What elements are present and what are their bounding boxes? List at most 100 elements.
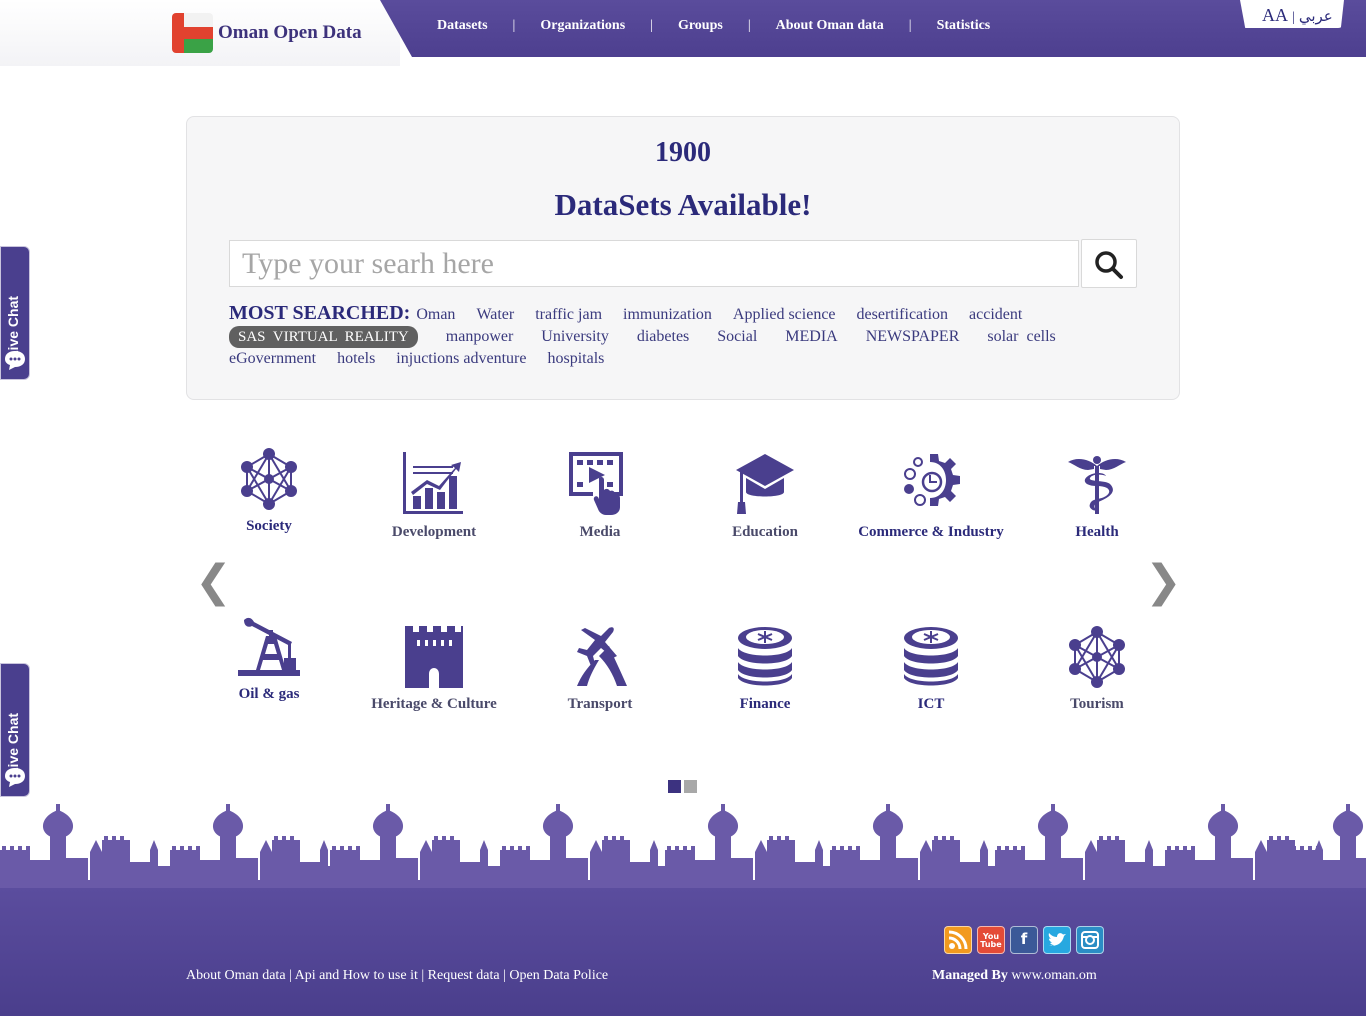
nav-statistics[interactable]: Statistics bbox=[937, 18, 991, 34]
tag-link[interactable]: Oman bbox=[416, 304, 455, 326]
footer-link-open-data-police[interactable]: Open Data Police bbox=[509, 968, 608, 983]
rss-icon[interactable] bbox=[944, 926, 972, 954]
live-chat-tab[interactable]: Live Chat bbox=[0, 663, 30, 797]
category-label: Commerce & Industry bbox=[858, 524, 1004, 540]
footer-link-api[interactable]: Api and How to use it bbox=[295, 968, 418, 983]
category-label: Transport bbox=[567, 696, 633, 712]
footer-separator: | bbox=[421, 968, 425, 983]
category-education[interactable]: Education bbox=[690, 452, 840, 542]
datasets-available-title: DataSets Available! bbox=[554, 187, 812, 222]
oman-flag-icon bbox=[172, 13, 213, 53]
managed-by-label: Managed By bbox=[932, 968, 1008, 983]
footer-link-request-data[interactable]: Request data bbox=[428, 968, 500, 983]
most-searched-label: MOST SEARCHED: bbox=[229, 302, 411, 324]
tag-link[interactable]: accident bbox=[969, 304, 1022, 326]
category-society[interactable]: Society bbox=[194, 448, 344, 536]
tag-link[interactable]: manpower bbox=[446, 326, 514, 348]
category-label: Development bbox=[391, 524, 477, 540]
search-button[interactable] bbox=[1081, 239, 1137, 288]
twitter-icon[interactable] bbox=[1043, 926, 1071, 954]
tag-link[interactable]: NEWSPAPER bbox=[866, 326, 960, 348]
category-transport[interactable]: Transport bbox=[525, 626, 675, 714]
tag-link[interactable]: hospitals bbox=[547, 348, 604, 370]
tag-link[interactable]: hotels bbox=[337, 348, 375, 370]
language-switcher: AA | عربي bbox=[1262, 5, 1333, 26]
gear-icon bbox=[904, 454, 960, 506]
video-icon bbox=[569, 452, 623, 515]
nav-datasets[interactable]: Datasets bbox=[437, 18, 488, 34]
tag-link[interactable]: solar cells bbox=[987, 326, 1055, 348]
managed-by-link[interactable]: www.oman.om bbox=[1011, 968, 1096, 983]
lang-separator: | bbox=[1292, 10, 1295, 25]
font-size-toggle[interactable]: AA bbox=[1262, 5, 1288, 26]
caduceus-icon bbox=[1068, 456, 1126, 514]
search-panel: 1900 DataSets Available! MOST SEARCHED:O… bbox=[186, 116, 1180, 400]
category-label: Tourism bbox=[1070, 696, 1124, 712]
footer-separator: | bbox=[289, 968, 292, 983]
dataset-count: 1900 bbox=[655, 137, 711, 168]
tag-link[interactable]: University bbox=[541, 326, 609, 348]
tag-link[interactable]: desertification bbox=[857, 304, 949, 326]
nav-separator: | bbox=[908, 18, 912, 33]
youtube-icon[interactable]: You Tube bbox=[977, 926, 1005, 954]
footer-link-about[interactable]: About Oman data bbox=[186, 968, 286, 983]
arabic-language-link[interactable]: عربي bbox=[1299, 7, 1333, 25]
nav-groups[interactable]: Groups bbox=[678, 18, 723, 34]
coins-icon bbox=[904, 627, 958, 686]
category-finance[interactable]: Finance bbox=[690, 626, 840, 714]
category-oil-gas[interactable]: Oil & gas bbox=[194, 616, 344, 704]
nav-separator: | bbox=[650, 18, 653, 33]
site-logo[interactable]: Oman Open Data bbox=[172, 13, 362, 53]
coins-icon bbox=[738, 627, 792, 686]
category-tourism[interactable]: Tourism bbox=[1022, 626, 1172, 714]
bar-chart-icon bbox=[403, 452, 463, 514]
chat-bubble-icon bbox=[5, 351, 25, 370]
facebook-icon-text: f bbox=[1020, 930, 1028, 948]
footer: You Tube f About Oman data | Api and How… bbox=[0, 888, 1366, 1016]
oil-pump-icon bbox=[238, 617, 300, 676]
category-label: Society bbox=[246, 518, 292, 534]
carousel-page-2[interactable] bbox=[684, 780, 697, 793]
tag-link[interactable]: immunization bbox=[623, 304, 712, 326]
carousel-page-1[interactable] bbox=[668, 780, 681, 793]
search-icon bbox=[1095, 251, 1123, 279]
category-media[interactable]: Media bbox=[525, 452, 675, 542]
search-input[interactable] bbox=[229, 240, 1079, 287]
category-label: Finance bbox=[739, 696, 791, 712]
plane-road-icon bbox=[577, 627, 627, 686]
category-label: Heritage & Culture bbox=[371, 696, 497, 712]
category-label: Media bbox=[579, 524, 621, 540]
category-commerce-industry[interactable]: Commerce & Industry bbox=[856, 452, 1006, 542]
carousel-next-arrow[interactable]: ❯ bbox=[1145, 556, 1182, 607]
nav-separator: | bbox=[747, 18, 751, 33]
tag-link[interactable]: eGovernment bbox=[229, 348, 316, 370]
youtube-icon-text: You Tube bbox=[980, 932, 1002, 949]
graduation-cap-icon bbox=[736, 454, 794, 514]
category-heritage-culture[interactable]: Heritage & Culture bbox=[359, 626, 509, 714]
tag-link[interactable]: traffic jam bbox=[535, 304, 602, 326]
tag-link[interactable]: Water bbox=[476, 304, 514, 326]
category-health[interactable]: Health bbox=[1022, 452, 1172, 542]
fort-icon bbox=[405, 626, 463, 688]
facebook-icon[interactable]: f bbox=[1010, 926, 1038, 954]
instagram-icon[interactable] bbox=[1076, 926, 1104, 954]
category-development[interactable]: Development bbox=[359, 452, 509, 542]
category-ict[interactable]: ICT bbox=[856, 626, 1006, 714]
category-label: ICT bbox=[917, 696, 945, 712]
tag-link-highlighted[interactable]: SAS VIRTUAL REALITY bbox=[229, 326, 418, 348]
nav-organizations[interactable]: Organizations bbox=[540, 18, 625, 34]
tag-link[interactable]: Social bbox=[717, 326, 757, 348]
live-chat-tab[interactable]: Live Chat bbox=[0, 246, 30, 380]
category-label: Oil & gas bbox=[238, 686, 300, 702]
nav-about[interactable]: About Oman data bbox=[776, 18, 884, 34]
footer-separator: | bbox=[503, 968, 506, 983]
nav-separator: | bbox=[512, 18, 516, 33]
tag-link[interactable]: injuctions adventure bbox=[396, 348, 526, 370]
tag-link[interactable]: diabetes bbox=[637, 326, 689, 348]
carousel-prev-arrow[interactable]: ❮ bbox=[195, 556, 232, 607]
tag-link[interactable]: MEDIA bbox=[785, 326, 837, 348]
social-links: You Tube f bbox=[944, 926, 1104, 954]
site-name: Oman Open Data bbox=[218, 22, 362, 43]
tag-link[interactable]: Applied science bbox=[733, 304, 836, 326]
most-searched: MOST SEARCHED: Oman Water traffic jam immuni… bbox=[229, 302, 1129, 370]
